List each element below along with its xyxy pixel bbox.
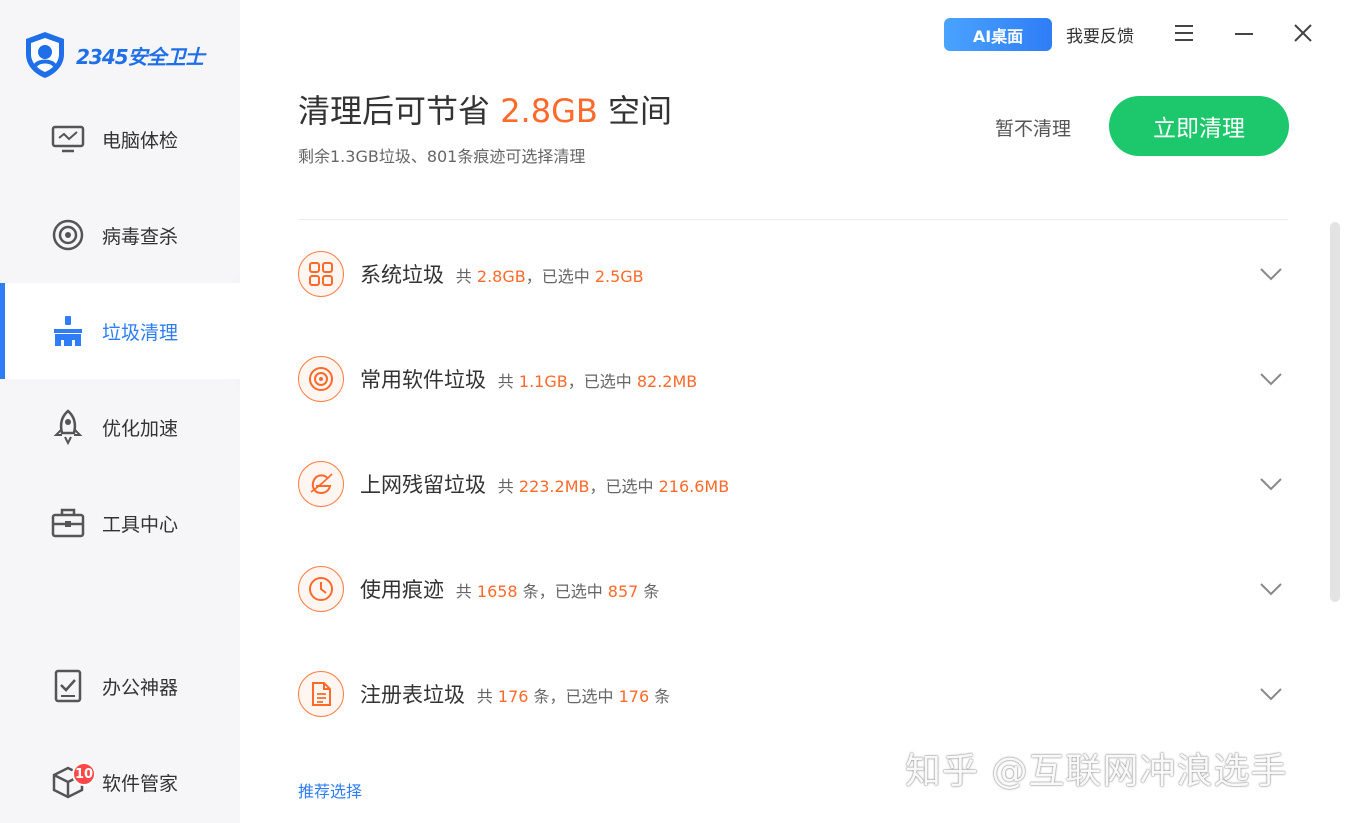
row-selected: 176 [618,687,650,706]
sidebar-item-label: 电脑体检 [102,129,179,152]
row-detail: 共 2.8GB，已选中 2.5GB [455,267,644,286]
row-total: 1658 [476,582,518,601]
row-selected: 2.5GB [594,267,644,286]
sidebar: 2345安全卫士 电脑体检 病毒查杀 垃圾清理 优化加速 工具中心 办公神器 1… [0,0,240,823]
sidebar-item-label: 优化加速 [102,417,179,440]
scrollbar[interactable] [1330,222,1340,602]
toolbox-icon [50,505,86,541]
row-total: 1.1GB [518,372,568,391]
sidebar-item-virus-scan[interactable]: 病毒查杀 [0,187,240,283]
row-total: 2.8GB [476,267,526,286]
sidebar-item-pc-check[interactable]: 电脑体检 [0,91,240,187]
skip-clean-button[interactable]: 暂不清理 [995,114,1071,141]
sidebar-item-junk-clean[interactable]: 垃圾清理 [0,283,240,379]
target-icon [50,217,86,253]
logo-text: 2345安全卫士 [76,44,205,69]
sidebar-item-label: 软件管家 [102,772,179,795]
ai-desktop-button[interactable]: AI桌面 [944,18,1052,51]
sidebar-item-label: 工具中心 [102,513,179,536]
junk-category-row[interactable]: 系统垃圾 共 2.8GB，已选中 2.5GB [298,244,1288,304]
row-detail: 共 223.2MB，已选中 216.6MB [497,477,730,496]
watermark: 知乎 @互联网冲浪选手 [905,751,1288,792]
rocket-icon [50,409,86,445]
feedback-link[interactable]: 我要反馈 [1066,22,1134,47]
app-logo: 2345安全卫士 [22,30,205,80]
disc-icon [298,356,344,402]
row-title: 使用痕迹 [360,578,444,602]
minimize-icon[interactable] [1227,16,1261,50]
app-window: 2345安全卫士 电脑体检 病毒查杀 垃圾清理 优化加速 工具中心 办公神器 1… [0,0,1347,823]
chevron-down-icon[interactable] [1258,681,1284,707]
row-title: 上网残留垃圾 [360,473,486,497]
junk-category-row[interactable]: 上网残留垃圾 共 223.2MB，已选中 216.6MB [298,454,1288,514]
sidebar-item-optimize[interactable]: 优化加速 [0,379,240,475]
sidebar-item-label: 病毒查杀 [102,225,179,248]
sidebar-item-software[interactable]: 10 软件管家 [0,734,240,823]
chevron-down-icon[interactable] [1258,366,1284,392]
document-icon [298,671,344,717]
row-selected: 216.6MB [658,477,730,496]
row-detail: 共 1.1GB，已选中 82.2MB [497,372,698,391]
clean-now-button[interactable]: 立即清理 [1109,96,1289,156]
clock-icon [298,566,344,612]
checklist-icon [50,668,86,704]
row-detail: 共 1658 条，已选中 857 条 [455,582,660,601]
row-detail: 共 176 条，已选中 176 条 [476,687,671,706]
sidebar-item-label: 垃圾清理 [102,321,179,344]
shield-logo-icon [26,32,64,78]
row-selected: 82.2MB [636,372,698,391]
grid-icon [298,251,344,297]
row-title: 注册表垃圾 [360,683,465,707]
menu-icon[interactable] [1167,16,1201,50]
sidebar-item-label: 办公神器 [102,676,179,699]
divider [298,219,1288,220]
junk-category-row[interactable]: 常用软件垃圾 共 1.1GB，已选中 82.2MB [298,349,1288,409]
savable-amount: 2.8GB [500,92,598,130]
junk-category-row[interactable]: 注册表垃圾 共 176 条，已选中 176 条 [298,664,1288,724]
row-title: 系统垃圾 [360,263,444,287]
recommend-select-link[interactable]: 推荐选择 [298,778,362,802]
junk-category-row[interactable]: 使用痕迹 共 1658 条，已选中 857 条 [298,559,1288,619]
browser-icon [298,461,344,507]
page-subtitle: 剩余1.3GB垃圾、801条痕迹可选择清理 [298,147,586,166]
row-total: 176 [497,687,529,706]
chevron-down-icon[interactable] [1258,576,1284,602]
page-title: 清理后可节省 2.8GB 空间 [298,92,673,130]
sidebar-item-tools[interactable]: 工具中心 [0,475,240,571]
broom-icon [50,313,86,349]
row-title: 常用软件垃圾 [360,368,486,392]
chevron-down-icon[interactable] [1258,471,1284,497]
sidebar-item-office[interactable]: 办公神器 [0,638,240,734]
notification-badge: 10 [72,762,96,786]
row-total: 223.2MB [518,477,590,496]
chevron-down-icon[interactable] [1258,261,1284,287]
row-selected: 857 [607,582,639,601]
close-icon[interactable] [1286,16,1320,50]
monitor-icon [50,121,86,157]
